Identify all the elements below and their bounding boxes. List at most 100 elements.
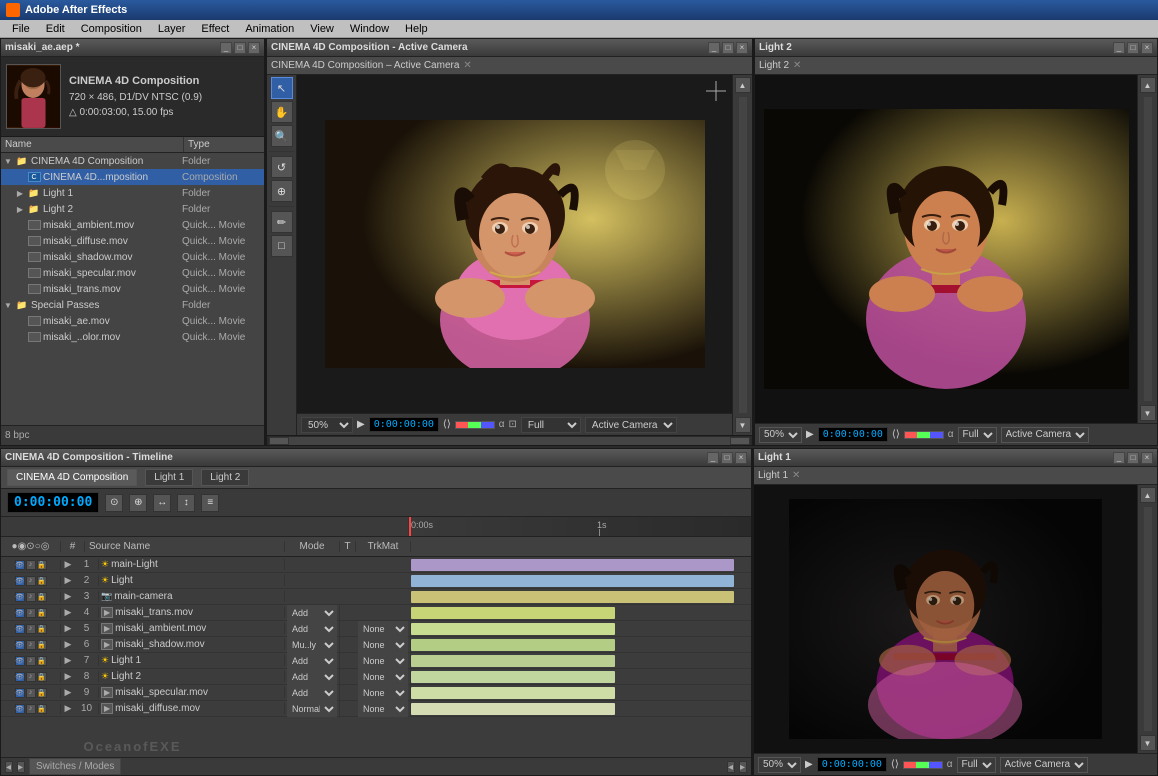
lock-btn[interactable]: 🔒 <box>37 640 47 650</box>
tl-mode-9[interactable]: Add <box>285 685 340 701</box>
lock-btn[interactable]: 🔒 <box>37 560 47 570</box>
visibility-btn[interactable]: 👁 <box>15 560 25 570</box>
audio-btn[interactable]: ♪ <box>26 560 36 570</box>
list-item[interactable]: ▶ 📁 Light 2 Folder <box>1 201 264 217</box>
lock-btn[interactable]: 🔒 <box>37 672 47 682</box>
audio-btn[interactable]: ♪ <box>26 624 36 634</box>
timeline-tab-1[interactable]: Light 1 <box>145 469 193 486</box>
ctrl-btn-5[interactable]: ≡ <box>201 494 219 512</box>
row-expand[interactable]: ▶ <box>61 623 75 634</box>
timeline-row-6[interactable]: 👁 ♪ 🔒 ▶ 6 ▶ misaki_shadow.mov Mu..ly <box>1 637 751 653</box>
list-item[interactable]: ▼ 📁 CINEMA 4D Composition Folder <box>1 153 264 169</box>
mode-dropdown-4[interactable]: Add <box>287 605 337 621</box>
row-expand[interactable]: ▶ <box>61 671 75 682</box>
tl-mode-10[interactable]: Normal <box>285 701 340 717</box>
audio-btn[interactable]: ♪ <box>26 672 36 682</box>
maximize-btn[interactable]: □ <box>234 42 246 54</box>
ruler-track[interactable]: 0:00s 1s <box>409 517 751 536</box>
visibility-btn[interactable]: 👁 <box>15 704 25 714</box>
timeline-row-8[interactable]: 👁 ♪ 🔒 ▶ 8 ☀ Light 2 Add None <box>1 669 751 685</box>
timeline-row-7[interactable]: 👁 ♪ 🔒 ▶ 7 ☀ Light 1 Add None <box>1 653 751 669</box>
visibility-btn[interactable]: 👁 <box>15 576 25 586</box>
light2-alpha-btn[interactable]: α <box>948 429 954 440</box>
expand-icon[interactable]: ▼ <box>3 156 13 166</box>
mode-dropdown-8[interactable]: Add <box>287 669 337 685</box>
light1-camera-select[interactable]: Active Camera <box>1000 757 1088 773</box>
timeline-row-10[interactable]: 👁 ♪ 🔒 ▶ 10 ▶ misaki_diffuse.mov Normal <box>1 701 751 717</box>
mode-dropdown-6[interactable]: Mu..ly <box>287 637 337 653</box>
rect-tool[interactable]: □ <box>271 235 293 257</box>
audio-btn[interactable]: ♪ <box>26 608 36 618</box>
close-btn[interactable]: × <box>735 452 747 464</box>
ctrl-btn-4[interactable]: ↕ <box>177 494 195 512</box>
row-expand[interactable]: ▶ <box>61 703 75 714</box>
lock-btn[interactable]: 🔒 <box>37 576 47 586</box>
playhead[interactable] <box>409 517 411 536</box>
tl-trkmat-5[interactable]: None <box>356 621 411 637</box>
tl-scroll-right[interactable]: ▸ <box>17 761 25 773</box>
preview-btn[interactable]: ▶ <box>357 419 365 430</box>
tl-scroll-left[interactable]: ◂ <box>5 761 13 773</box>
audio-btn[interactable]: ♪ <box>26 656 36 666</box>
lock-btn[interactable]: 🔒 <box>37 608 47 618</box>
menu-edit[interactable]: Edit <box>38 23 73 35</box>
list-item[interactable]: C CINEMA 4D...mposition Composition <box>1 169 264 185</box>
menu-help[interactable]: Help <box>397 23 436 35</box>
light1-tab-btn[interactable]: ✕ <box>792 470 800 481</box>
visibility-btn[interactable]: 👁 <box>15 608 25 618</box>
row-expand[interactable]: ▶ <box>61 655 75 666</box>
expand-icon[interactable]: ▶ <box>15 204 25 214</box>
close-btn[interactable]: × <box>1141 452 1153 464</box>
minimize-btn[interactable]: _ <box>1113 452 1125 464</box>
quality-select[interactable]: FullHalfQuarter <box>521 417 581 433</box>
tl-mode-8[interactable]: Add <box>285 669 340 685</box>
menu-window[interactable]: Window <box>342 23 397 35</box>
scroll-down-btn[interactable]: ▼ <box>1140 405 1156 421</box>
list-item[interactable]: misaki_..olor.mov Quick... Movie <box>1 329 264 345</box>
tl-mode-6[interactable]: Mu..ly <box>285 637 340 653</box>
visibility-btn[interactable]: 👁 <box>15 640 25 650</box>
tl-trkmat-10[interactable]: None <box>356 701 411 717</box>
trkmat-dropdown-9[interactable]: None <box>358 685 408 701</box>
close-btn[interactable]: × <box>1141 42 1153 54</box>
light1-zoom-select[interactable]: 50% <box>758 757 801 773</box>
timeline-tab-0[interactable]: CINEMA 4D Composition <box>7 469 137 486</box>
maximize-btn[interactable]: □ <box>721 452 733 464</box>
audio-btn[interactable]: ♪ <box>26 704 36 714</box>
light1-quality-select[interactable]: Full <box>957 757 996 773</box>
scroll-up-btn[interactable]: ▲ <box>1140 77 1156 93</box>
anchor-tool[interactable]: ⊕ <box>271 180 293 202</box>
tl-trkmat-8[interactable]: None <box>356 669 411 685</box>
scroll-right-btn[interactable] <box>730 437 750 445</box>
light1-preview-btn[interactable]: ▶ <box>805 759 813 770</box>
ctrl-btn-3[interactable]: ↔ <box>153 494 171 512</box>
menu-composition[interactable]: Composition <box>73 23 150 35</box>
row-expand[interactable]: ▶ <box>61 591 75 602</box>
visibility-btn[interactable]: 👁 <box>15 672 25 682</box>
alpha-btn[interactable]: α <box>499 419 505 430</box>
comp-tab-btn[interactable]: ✕ <box>463 60 471 71</box>
tl-mode-4[interactable]: Add <box>285 605 340 621</box>
light2-camera-select[interactable]: Active Camera <box>1001 427 1089 443</box>
timeline-row-5[interactable]: 👁 ♪ 🔒 ▶ 5 ▶ misaki_ambient.mov Add <box>1 621 751 637</box>
lock-btn[interactable]: 🔒 <box>37 704 47 714</box>
menu-effect[interactable]: Effect <box>193 23 237 35</box>
visibility-btn[interactable]: 👁 <box>15 688 25 698</box>
menu-file[interactable]: File <box>4 23 38 35</box>
light1-alpha-btn[interactable]: α <box>947 759 953 770</box>
tl-play-btn-r[interactable]: ▸ <box>739 761 747 773</box>
list-item[interactable]: misaki_shadow.mov Quick... Movie <box>1 249 264 265</box>
mode-dropdown-7[interactable]: Add <box>287 653 337 669</box>
light2-quality-select[interactable]: Full <box>958 427 997 443</box>
row-expand[interactable]: ▶ <box>61 559 75 570</box>
list-item[interactable]: ▶ 📁 Light 1 Folder <box>1 185 264 201</box>
tl-mode-7[interactable]: Add <box>285 653 340 669</box>
switches-modes-tab[interactable]: Switches / Modes <box>29 758 121 775</box>
row-expand[interactable]: ▶ <box>61 575 75 586</box>
minimize-btn[interactable]: _ <box>708 42 720 54</box>
scroll-up-btn[interactable]: ▲ <box>735 77 751 93</box>
scroll-down-btn[interactable]: ▼ <box>735 417 751 433</box>
timeline-row-4[interactable]: 👁 ♪ 🔒 ▶ 4 ▶ misaki_trans.mov Add <box>1 605 751 621</box>
comp-h-scrollbar[interactable] <box>267 435 752 445</box>
light2-tab-btn[interactable]: ✕ <box>793 60 801 71</box>
